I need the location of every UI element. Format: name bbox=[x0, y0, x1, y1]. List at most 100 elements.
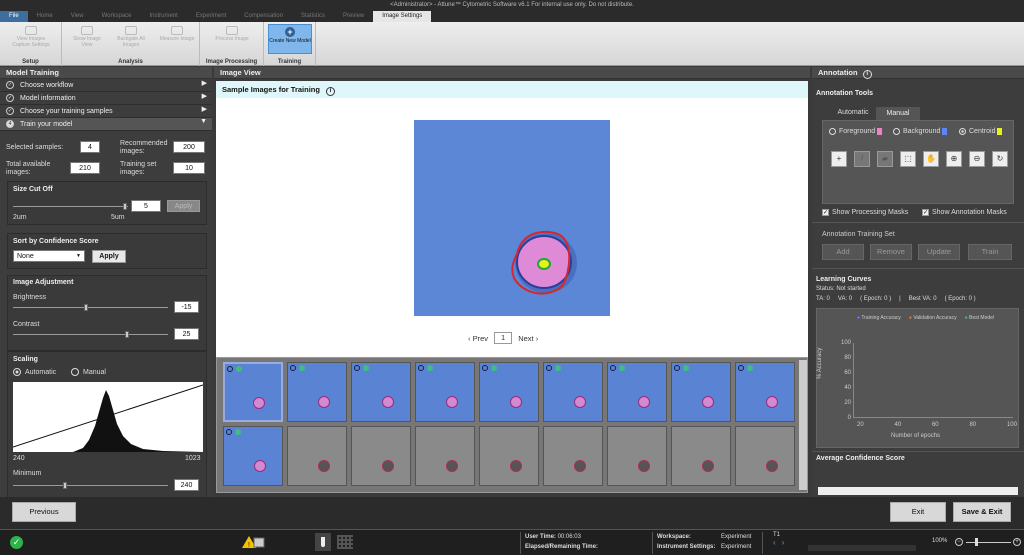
foreground-radio[interactable]: Foreground bbox=[829, 128, 883, 135]
brightness-slider[interactable] bbox=[84, 304, 88, 311]
minimum-track bbox=[13, 485, 168, 486]
thumbnail[interactable] bbox=[223, 426, 283, 486]
tab-instrument[interactable]: Instrument bbox=[141, 11, 187, 22]
thumbnail[interactable] bbox=[415, 362, 475, 422]
tab-automatic[interactable]: Automatic bbox=[822, 107, 884, 119]
view-images-capture-settings-button[interactable]: View Images Capture Settings bbox=[8, 26, 54, 48]
previous-button[interactable]: Previous bbox=[12, 502, 76, 522]
tab-compensation[interactable]: Compensation bbox=[235, 11, 292, 22]
thumbnail-scrollbar[interactable] bbox=[799, 360, 807, 490]
backgate-button[interactable]: Backgate All Images bbox=[112, 26, 150, 48]
chevron-right-icon[interactable]: › bbox=[782, 538, 785, 547]
remove-button[interactable]: Remove bbox=[870, 244, 912, 260]
radio-icon bbox=[893, 128, 900, 135]
create-new-model-button[interactable]: + Create New Model bbox=[268, 24, 312, 54]
tab-preview[interactable]: Preview bbox=[334, 11, 373, 22]
pencil-icon[interactable]: / bbox=[854, 151, 870, 167]
size-cutoff-input[interactable]: 5 bbox=[131, 200, 161, 212]
sample-images-title: Sample Images for Training bbox=[222, 85, 320, 94]
thumbnail[interactable] bbox=[543, 362, 603, 422]
ribbon-button-label: Backgate All Images bbox=[117, 36, 145, 48]
contrast-input[interactable]: 25 bbox=[174, 328, 199, 340]
tab-image-settings[interactable]: Image Settings bbox=[373, 11, 432, 22]
thumbnail[interactable] bbox=[351, 362, 411, 422]
thumbnail[interactable] bbox=[735, 362, 795, 422]
info-icon[interactable]: i bbox=[326, 87, 336, 96]
zoom-out-icon[interactable]: ⊖ bbox=[969, 151, 985, 167]
show-processing-masks-checkbox[interactable]: ✓ Show Processing Masks bbox=[822, 209, 908, 216]
add-button[interactable]: Add bbox=[822, 244, 864, 260]
tab-statistics[interactable]: Statistics bbox=[292, 11, 334, 22]
update-button[interactable]: Update bbox=[918, 244, 960, 260]
save-exit-button[interactable]: Save & Exit bbox=[953, 502, 1011, 522]
time-info: User Time: 00:06:03 Elapsed/Remaining Ti… bbox=[520, 532, 598, 554]
thumbnail[interactable] bbox=[479, 362, 539, 422]
show-annotation-masks-checkbox[interactable]: ✓ Show Annotation Masks bbox=[922, 209, 1007, 216]
plate-icon[interactable] bbox=[337, 535, 353, 549]
size-cutoff-apply-button[interactable]: Apply bbox=[167, 200, 200, 212]
annotation-tools-title: Annotation Tools bbox=[816, 90, 874, 97]
scaling-manual-radio[interactable]: Manual bbox=[71, 368, 106, 376]
size-cutoff-slider[interactable] bbox=[123, 203, 127, 210]
zoom-in-icon[interactable]: + bbox=[1013, 538, 1021, 546]
sample-image[interactable] bbox=[414, 120, 610, 316]
tab-manual[interactable]: Manual bbox=[876, 107, 920, 120]
thumbnail[interactable] bbox=[607, 362, 667, 422]
chevron-down-icon: ▼ bbox=[76, 253, 81, 259]
y-tick: 60 bbox=[844, 370, 851, 376]
tube-icon[interactable] bbox=[315, 533, 331, 551]
exit-button[interactable]: Exit bbox=[890, 502, 946, 522]
minimum-slider[interactable] bbox=[63, 482, 67, 489]
show-image-view-button[interactable]: Show Image View bbox=[68, 26, 106, 48]
select-region-icon[interactable]: ⬚ bbox=[900, 151, 916, 167]
next-button[interactable]: Next › bbox=[518, 334, 538, 343]
minimum-input[interactable]: 240 bbox=[174, 479, 199, 491]
background-radio[interactable]: Background bbox=[893, 128, 948, 135]
thumbnail[interactable] bbox=[223, 362, 283, 422]
pan-hand-icon[interactable]: ✋ bbox=[923, 151, 939, 167]
instrument-warning-icon[interactable]: ! bbox=[241, 535, 265, 549]
crosshair-icon[interactable]: + bbox=[831, 151, 847, 167]
thumbnail[interactable] bbox=[607, 426, 667, 486]
zoom-out-icon[interactable]: − bbox=[955, 538, 963, 546]
thumbnail[interactable] bbox=[479, 426, 539, 486]
thumbnail[interactable] bbox=[415, 426, 475, 486]
scaling-automatic-radio[interactable]: Automatic bbox=[13, 368, 56, 376]
tab-experiment[interactable]: Experiment bbox=[187, 11, 235, 22]
thumbnail[interactable] bbox=[671, 426, 731, 486]
thumbnail[interactable] bbox=[287, 362, 347, 422]
checkbox-label: Show Processing Masks bbox=[832, 209, 909, 216]
thumbnail[interactable] bbox=[351, 426, 411, 486]
page-input[interactable]: 1 bbox=[494, 332, 513, 344]
thumbnail[interactable] bbox=[671, 362, 731, 422]
workflow-step-1[interactable]: ✓ Choose workflow ▶ bbox=[0, 79, 212, 92]
prev-button[interactable]: ‹ Prev bbox=[468, 334, 488, 343]
tab-view[interactable]: View bbox=[62, 11, 93, 22]
measure-image-button[interactable]: Measure Image bbox=[158, 26, 196, 42]
zoom-in-icon[interactable]: ⊕ bbox=[946, 151, 962, 167]
tag-icon bbox=[683, 365, 689, 371]
centroid-radio[interactable]: Centroid bbox=[959, 128, 1003, 135]
info-icon[interactable]: i bbox=[862, 70, 872, 79]
x-ticks: 20 40 60 80 100 bbox=[853, 422, 1017, 428]
contrast-slider[interactable] bbox=[125, 331, 129, 338]
tab-home[interactable]: Home bbox=[28, 11, 62, 22]
reset-icon[interactable]: ↻ bbox=[992, 151, 1008, 167]
workflow-step-2[interactable]: ✓ Model information ▶ bbox=[0, 92, 212, 105]
tab-workspace[interactable]: Workspace bbox=[93, 11, 141, 22]
sort-apply-button[interactable]: Apply bbox=[92, 250, 126, 263]
workflow-step-4[interactable]: 4 Train your model ▼ bbox=[0, 118, 212, 131]
thumbnail[interactable] bbox=[735, 426, 795, 486]
image-adjustment-title: Image Adjustment bbox=[13, 279, 74, 286]
train-button[interactable]: Train bbox=[968, 244, 1012, 260]
thumbnail[interactable] bbox=[287, 426, 347, 486]
process-image-button[interactable]: Process Image bbox=[212, 26, 252, 42]
eraser-icon[interactable]: ▰ bbox=[877, 151, 893, 167]
brightness-input[interactable]: -15 bbox=[174, 301, 199, 313]
chevron-left-icon[interactable]: ‹ bbox=[773, 538, 776, 547]
thumbnail[interactable] bbox=[543, 426, 603, 486]
zoom-slider[interactable] bbox=[975, 538, 978, 546]
workflow-step-3[interactable]: ✓ Choose your training samples ▶ bbox=[0, 105, 212, 118]
sort-select[interactable]: None ▼ bbox=[13, 250, 85, 262]
tab-file[interactable]: File bbox=[0, 11, 28, 22]
